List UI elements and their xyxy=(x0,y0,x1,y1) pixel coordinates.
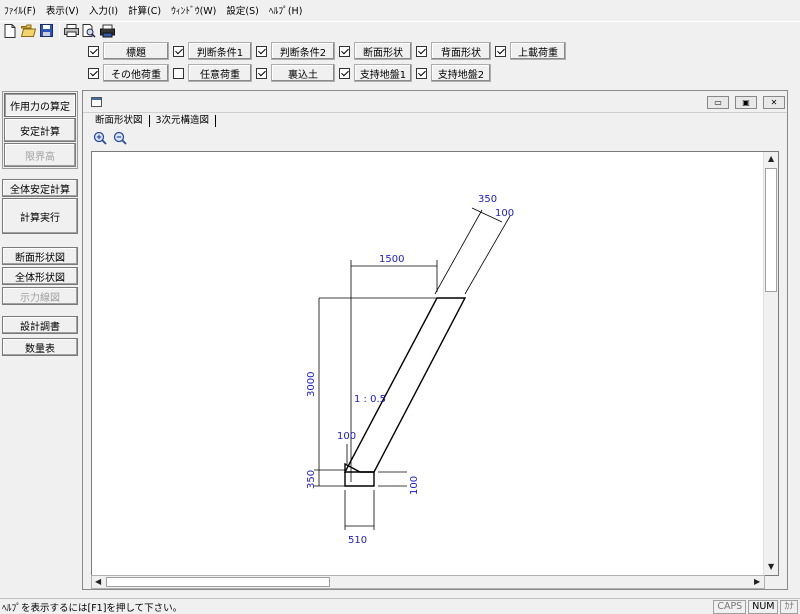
overall-stability-button[interactable]: 全体安定計算 xyxy=(2,179,78,197)
design-report-button[interactable]: 設計調書 xyxy=(2,316,78,334)
limit-height-button[interactable]: 限界高 xyxy=(4,143,76,167)
checkbox-judge-1[interactable] xyxy=(173,45,184,57)
section-view-button[interactable]: 断面形状図 xyxy=(2,247,78,265)
other-load-button[interactable]: その他荷重 xyxy=(103,64,169,82)
surcharge-load-button[interactable]: 上載荷重 xyxy=(510,42,566,60)
checkbox-judge-2[interactable] xyxy=(256,45,267,57)
run-calc-button[interactable]: 計算実行 xyxy=(2,198,78,234)
vertical-scroll-thumb[interactable] xyxy=(765,168,777,292)
menu-view[interactable]: 表示(V) xyxy=(41,3,84,17)
label-toe-top: 100 xyxy=(337,431,356,442)
force-line-view-button[interactable]: 示力線図 xyxy=(2,287,78,305)
checkbox-section-shape[interactable] xyxy=(339,45,350,57)
checkbox-back-shape[interactable] xyxy=(416,45,427,57)
tab-section-view[interactable]: 断面形状図 xyxy=(89,115,150,127)
checkbox-row-2: その他荷重 任意荷重 裏込土 支持地盤1 支持地盤2 xyxy=(88,64,495,82)
print-icon[interactable] xyxy=(63,23,79,39)
horizontal-scroll-thumb[interactable] xyxy=(106,577,330,587)
menu-window[interactable]: ｳｨﾝﾄﾞｳ(W) xyxy=(166,3,221,17)
checkbox-surcharge[interactable] xyxy=(495,45,506,57)
quantity-table-button[interactable]: 数量表 xyxy=(2,338,78,356)
checkbox-ground-2[interactable] xyxy=(416,67,427,79)
checkbox-other-load[interactable] xyxy=(88,67,99,79)
view-tabs: 断面形状図 3次元構造図 xyxy=(83,113,787,129)
open-folder-icon[interactable] xyxy=(20,23,36,39)
caps-indicator: CAPS xyxy=(713,599,747,614)
section-shape-button[interactable]: 断面形状 xyxy=(354,42,412,60)
checkbox-ground-1[interactable] xyxy=(339,67,350,79)
scroll-down-icon[interactable]: ▼ xyxy=(768,562,774,571)
support-ground-2-button[interactable]: 支持地盤2 xyxy=(431,64,491,82)
drawing-canvas[interactable]: 1500 350 100 3000 1 : 0.5 100 350 100 51… xyxy=(91,151,779,576)
close-button[interactable]: ✕ xyxy=(763,96,785,109)
menu-help[interactable]: ﾍﾙﾌﾟ(H) xyxy=(264,3,308,17)
backfill-button[interactable]: 裏込土 xyxy=(271,64,335,82)
window-titlebar: ▭ ▣ ✕ xyxy=(83,91,787,113)
toolbar-separator xyxy=(59,22,60,39)
label-top-thickness: 350 xyxy=(478,194,497,205)
dim-slope-ext-1 xyxy=(434,209,483,295)
checkbox-row-1: 標題 判断条件1 判断条件2 断面形状 背面形状 上載荷重 xyxy=(88,42,570,60)
menu-settings[interactable]: 設定(S) xyxy=(221,3,263,17)
label-height: 3000 xyxy=(306,372,317,397)
menu-file[interactable]: ﾌｧｲﾙ(F) xyxy=(4,3,41,17)
new-file-icon[interactable] xyxy=(2,23,18,39)
horizontal-scrollbar[interactable]: ◀ ▶ xyxy=(91,575,765,589)
support-ground-1-button[interactable]: 支持地盤1 xyxy=(354,64,412,82)
restore-button[interactable]: ▣ xyxy=(735,96,757,109)
status-bar: ﾍﾙﾌﾟを表示するには[F1]を押して下さい。 CAPS NUM ｶﾅ xyxy=(0,598,800,614)
action-force-button[interactable]: 作用力の算定 xyxy=(4,93,76,117)
save-icon[interactable] xyxy=(38,23,54,39)
stability-calc-button[interactable]: 安定計算 xyxy=(4,118,76,142)
kana-indicator: ｶﾅ xyxy=(780,599,798,614)
overall-view-button[interactable]: 全体形状図 xyxy=(2,267,78,285)
scroll-right-icon[interactable]: ▶ xyxy=(754,577,760,586)
section-drawing: 1500 350 100 3000 1 : 0.5 100 350 100 51… xyxy=(306,194,514,546)
menu-input[interactable]: 入力(I) xyxy=(84,3,123,17)
judge-condition-1-button[interactable]: 判断条件1 xyxy=(188,42,252,60)
label-base-width: 510 xyxy=(348,535,367,546)
wall-base xyxy=(344,462,375,487)
label-toe-height: 350 xyxy=(306,470,317,489)
menu-bar: ﾌｧｲﾙ(F) 表示(V) 入力(I) 計算(C) ｳｨﾝﾄﾞｳ(W) 設定(S… xyxy=(0,0,800,20)
checkbox-title[interactable] xyxy=(88,45,99,57)
window-doc-icon xyxy=(91,97,102,107)
toolbar xyxy=(0,21,800,39)
checkbox-backfill[interactable] xyxy=(256,67,267,79)
vertical-scrollbar[interactable]: ▲ ▼ xyxy=(763,152,778,575)
checkbox-arbitrary-load[interactable] xyxy=(173,67,184,79)
label-top-width: 1500 xyxy=(379,254,404,265)
zoom-toolbar xyxy=(83,129,127,149)
zoom-in-icon[interactable] xyxy=(93,131,107,148)
back-shape-button[interactable]: 背面形状 xyxy=(431,42,491,60)
drawing-window: ▭ ▣ ✕ 断面形状図 3次元構造図 1500 350 100 3000 1:… xyxy=(82,90,788,590)
status-text: ﾍﾙﾌﾟを表示するには[F1]を押して下さい。 xyxy=(2,602,183,614)
arbitrary-load-button[interactable]: 任意荷重 xyxy=(188,64,252,82)
label-slope: 1 : 0.5 xyxy=(354,394,386,405)
scroll-left-icon[interactable]: ◀ xyxy=(95,577,101,586)
judge-condition-2-button[interactable]: 判断条件2 xyxy=(271,42,335,60)
zoom-out-icon[interactable] xyxy=(113,131,127,148)
tab-3d-view[interactable]: 3次元構造図 xyxy=(150,115,217,127)
wall-section xyxy=(343,297,467,473)
scroll-up-icon[interactable]: ▲ xyxy=(768,154,774,163)
label-top-thickness-small: 100 xyxy=(495,208,514,219)
printer-setup-icon[interactable] xyxy=(99,23,115,39)
label-toe-right: 100 xyxy=(409,476,420,495)
menu-calc[interactable]: 計算(C) xyxy=(123,3,166,17)
title-button[interactable]: 標題 xyxy=(103,42,169,60)
minimize-button[interactable]: ▭ xyxy=(707,96,729,109)
num-indicator: NUM xyxy=(748,599,779,614)
print-preview-icon[interactable] xyxy=(81,23,97,39)
